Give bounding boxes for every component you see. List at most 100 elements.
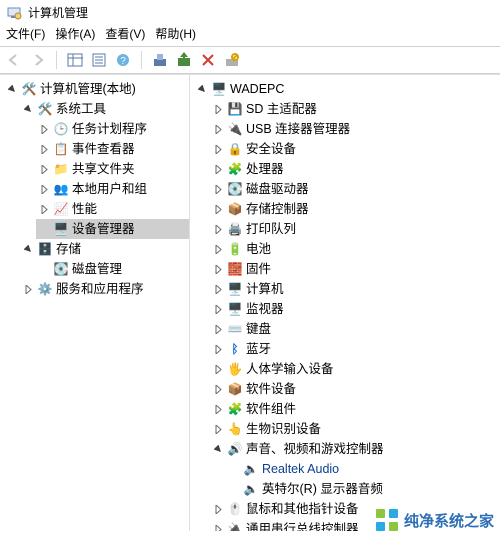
- window-title: 计算机管理: [28, 4, 88, 21]
- menu-view[interactable]: 查看(V): [105, 25, 145, 42]
- tree-item-label: 声音、视频和游戏控制器: [246, 440, 384, 458]
- tree-item-label: Realtek Audio: [262, 460, 339, 478]
- expand-icon[interactable]: [212, 123, 224, 135]
- tree-item[interactable]: 🖥️监视器: [210, 299, 500, 319]
- console-tree-button[interactable]: [67, 52, 83, 68]
- expand-icon[interactable]: [212, 143, 224, 155]
- tree-item[interactable]: 📦存储控制器: [210, 199, 500, 219]
- forward-button[interactable]: [30, 52, 46, 68]
- tree-item[interactable]: 💽磁盘管理: [36, 259, 189, 279]
- collapse-icon[interactable]: [212, 443, 224, 455]
- tree-item[interactable]: 🖥️计算机: [210, 279, 500, 299]
- tree-item[interactable]: 🔊声音、视频和游戏控制器: [210, 439, 500, 459]
- speaker-icon: 🔈: [243, 461, 259, 477]
- expand-icon[interactable]: [212, 523, 224, 531]
- tree-item[interactable]: 🔈英特尔(R) 显示器音频: [226, 479, 500, 499]
- tree-item[interactable]: ᛒ蓝牙: [210, 339, 500, 359]
- tree-item[interactable]: 💾SD 主适配器: [210, 99, 500, 119]
- tree-item-label: 任务计划程序: [72, 120, 147, 138]
- tree-item[interactable]: 🖨️打印队列: [210, 219, 500, 239]
- expand-icon[interactable]: [212, 163, 224, 175]
- tree-item[interactable]: 🧩处理器: [210, 159, 500, 179]
- expand-icon[interactable]: [38, 163, 50, 175]
- disable-button[interactable]: [224, 52, 240, 68]
- expand-icon[interactable]: [212, 223, 224, 235]
- expand-icon[interactable]: [212, 323, 224, 335]
- tree-item-label: 鼠标和其他指针设备: [246, 500, 359, 518]
- tree-item-label: 通用串行总线控制器: [246, 520, 359, 531]
- expand-icon[interactable]: [212, 203, 224, 215]
- tree-item[interactable]: 🖥️设备管理器: [36, 219, 189, 239]
- back-button[interactable]: [6, 52, 22, 68]
- collapse-icon[interactable]: [6, 83, 18, 95]
- diskmgr-icon: 💽: [53, 261, 69, 277]
- tree-item-label: 设备管理器: [72, 220, 135, 238]
- uninstall-button[interactable]: [200, 52, 216, 68]
- usbctrl-icon: 🔌: [227, 521, 243, 531]
- tree-item[interactable]: 🛠️系统工具: [20, 99, 189, 119]
- expand-icon[interactable]: [212, 303, 224, 315]
- tree-item[interactable]: 📋事件查看器: [36, 139, 189, 159]
- tree-item[interactable]: ⌨️键盘: [210, 319, 500, 339]
- tree-item[interactable]: 📈性能: [36, 199, 189, 219]
- tree-item[interactable]: 🔈Realtek Audio: [226, 459, 500, 479]
- expand-icon[interactable]: [38, 143, 50, 155]
- scan-hw-button[interactable]: [152, 52, 168, 68]
- collapse-icon[interactable]: [22, 243, 34, 255]
- expand-icon[interactable]: [38, 183, 50, 195]
- expand-icon[interactable]: [38, 203, 50, 215]
- help-button[interactable]: ?: [115, 52, 131, 68]
- menu-help[interactable]: 帮助(H): [155, 25, 196, 42]
- expand-icon[interactable]: [212, 183, 224, 195]
- tree-item[interactable]: 🖐️人体学输入设备: [210, 359, 500, 379]
- collapse-icon[interactable]: [22, 103, 34, 115]
- tree-item[interactable]: 👥本地用户和组: [36, 179, 189, 199]
- collapse-icon[interactable]: [196, 83, 208, 95]
- tree-root-label: WADEPC: [230, 80, 284, 98]
- tree-item[interactable]: 🗄️存储: [20, 239, 189, 259]
- tree-item-label: 磁盘管理: [72, 260, 122, 278]
- tree-item[interactable]: 📁共享文件夹: [36, 159, 189, 179]
- tree-item[interactable]: 🔌USB 连接器管理器: [210, 119, 500, 139]
- right-tree[interactable]: 🖥️WADEPC💾SD 主适配器🔌USB 连接器管理器🔒安全设备🧩处理器💽磁盘驱…: [194, 79, 500, 531]
- tree-item[interactable]: 🕒任务计划程序: [36, 119, 189, 139]
- tree-item[interactable]: 🔒安全设备: [210, 139, 500, 159]
- sd-icon: 💾: [227, 101, 243, 117]
- expand-icon[interactable]: [212, 263, 224, 275]
- expand-icon[interactable]: [212, 403, 224, 415]
- firmware-icon: 🧱: [227, 261, 243, 277]
- menu-action[interactable]: 操作(A): [55, 25, 95, 42]
- expand-icon[interactable]: [22, 283, 34, 295]
- left-tree[interactable]: 🛠️计算机管理(本地)🛠️系统工具🕒任务计划程序📋事件查看器📁共享文件夹👥本地用…: [4, 79, 189, 299]
- tree-root[interactable]: 🖥️WADEPC: [194, 79, 500, 99]
- tree-root[interactable]: 🛠️计算机管理(本地): [4, 79, 189, 99]
- expand-icon[interactable]: [212, 343, 224, 355]
- tree-item[interactable]: 🔋电池: [210, 239, 500, 259]
- expand-icon[interactable]: [212, 103, 224, 115]
- svg-text:?: ?: [120, 56, 126, 67]
- expand-icon[interactable]: [212, 283, 224, 295]
- expand-icon[interactable]: [212, 383, 224, 395]
- tree-item[interactable]: 🖱️鼠标和其他指针设备: [210, 499, 500, 519]
- tree-item[interactable]: 👆生物识别设备: [210, 419, 500, 439]
- properties-button[interactable]: [91, 52, 107, 68]
- expand-icon[interactable]: [38, 123, 50, 135]
- biometric-icon: 👆: [227, 421, 243, 437]
- expand-icon[interactable]: [212, 243, 224, 255]
- hid-icon: 🖐️: [227, 361, 243, 377]
- tree-item[interactable]: 📦软件设备: [210, 379, 500, 399]
- tree-item[interactable]: 🧱固件: [210, 259, 500, 279]
- menu-file[interactable]: 文件(F): [6, 25, 45, 42]
- tree-item[interactable]: 🔌通用串行总线控制器: [210, 519, 500, 531]
- expand-icon[interactable]: [212, 423, 224, 435]
- tree-item[interactable]: 💽磁盘驱动器: [210, 179, 500, 199]
- tree-item-label: 固件: [246, 260, 271, 278]
- perf-icon: 📈: [53, 201, 69, 217]
- tree-item-label: 事件查看器: [72, 140, 135, 158]
- expand-icon[interactable]: [212, 503, 224, 515]
- update-driver-button[interactable]: [176, 52, 192, 68]
- tree-item[interactable]: 🧩软件组件: [210, 399, 500, 419]
- right-pane: 🖥️WADEPC💾SD 主适配器🔌USB 连接器管理器🔒安全设备🧩处理器💽磁盘驱…: [190, 75, 500, 531]
- expand-icon[interactable]: [212, 363, 224, 375]
- tree-item[interactable]: ⚙️服务和应用程序: [20, 279, 189, 299]
